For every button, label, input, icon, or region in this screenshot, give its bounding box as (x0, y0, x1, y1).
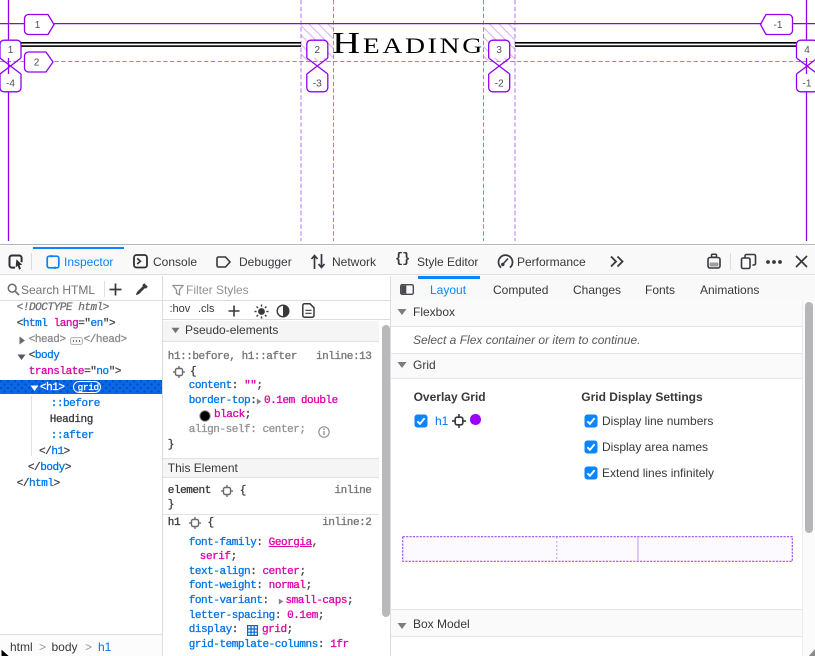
svg-text:1: 1 (8, 45, 14, 56)
svg-text:-1: -1 (774, 20, 783, 31)
svg-text:2: 2 (34, 58, 40, 69)
svg-text:4: 4 (804, 45, 810, 56)
svg-text:-1: -1 (803, 79, 812, 90)
svg-text:-3: -3 (313, 79, 322, 90)
svg-text:1: 1 (35, 20, 41, 31)
svg-text:-4: -4 (6, 79, 15, 90)
svg-text:-2: -2 (495, 79, 504, 90)
